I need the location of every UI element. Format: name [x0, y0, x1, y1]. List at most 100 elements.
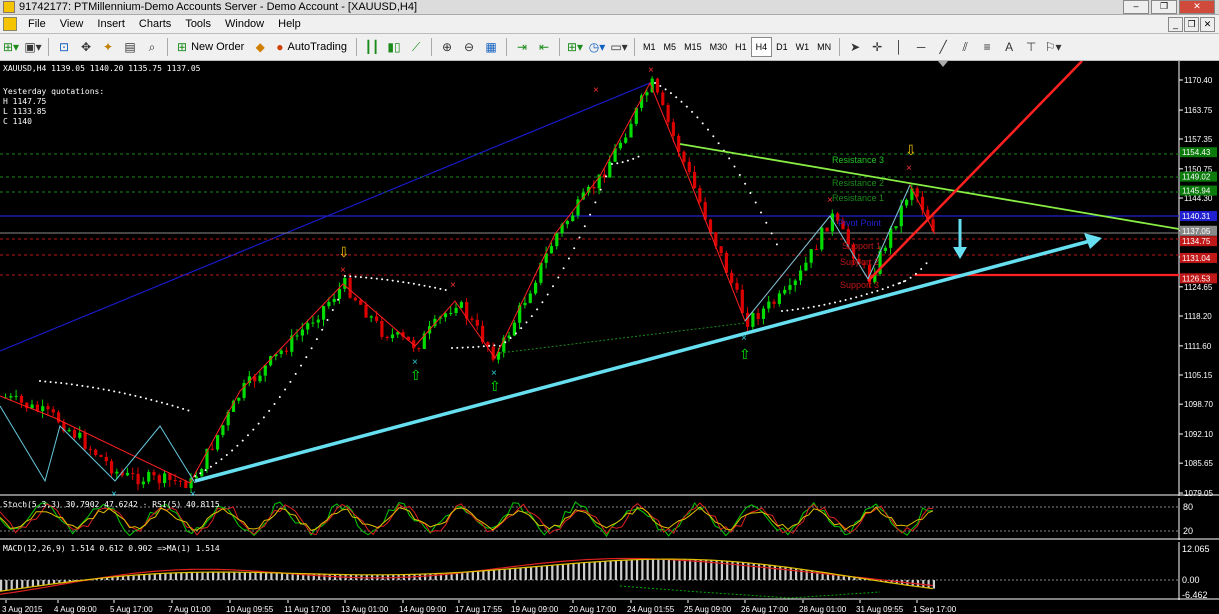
psar-dot	[733, 165, 736, 168]
price-axis-label: 1105.15	[1184, 371, 1213, 380]
templates-icon[interactable]: ▭▾	[609, 37, 629, 57]
psar-dot	[273, 403, 276, 406]
timeframe-h1[interactable]: H1	[731, 38, 751, 56]
terminal-icon[interactable]: ▤	[120, 37, 140, 57]
menu-tools[interactable]: Tools	[178, 15, 218, 33]
macd-bar	[556, 564, 559, 580]
timeframe-m30[interactable]: M30	[706, 38, 732, 56]
mdi-restore-button[interactable]: ❐	[1184, 17, 1199, 32]
timeframe-h4[interactable]: H4	[750, 37, 773, 57]
macd-bar	[0, 580, 3, 592]
mdi-close-button[interactable]: ✕	[1200, 17, 1215, 32]
autoscroll-icon[interactable]: ⇤	[534, 37, 554, 57]
macd-bar	[243, 572, 246, 580]
macd-bar	[424, 574, 427, 580]
psar-dot	[65, 382, 68, 385]
metaeditor-icon[interactable]: ◆	[250, 37, 270, 57]
psar-dot	[176, 406, 179, 409]
candle-body	[46, 406, 50, 410]
candle-body	[67, 429, 71, 432]
candlestick-icon[interactable]: ▮▯	[384, 37, 404, 57]
yesterday-low: L 1133.85	[3, 107, 47, 116]
psar-dot	[166, 403, 169, 406]
psar-dot	[70, 383, 73, 386]
price-axis-label: 1170.40	[1184, 76, 1213, 85]
trendline-icon[interactable]: ╱	[933, 37, 953, 57]
candle-body	[152, 472, 156, 476]
minimize-button[interactable]: –	[1123, 0, 1149, 14]
close-button[interactable]: ✕	[1179, 0, 1215, 14]
timeframe-m5[interactable]: M5	[660, 38, 681, 56]
mdi-minimize-button[interactable]: _	[1168, 17, 1183, 32]
candle-body	[756, 313, 760, 319]
timeframe-m1[interactable]: M1	[639, 38, 660, 56]
chart-shift-icon[interactable]: ⇥	[512, 37, 532, 57]
candle-body	[735, 283, 739, 290]
market-watch-icon[interactable]: ⊡	[54, 37, 74, 57]
vertical-line-icon[interactable]: │	[889, 37, 909, 57]
autotrading-button[interactable]: ● AutoTrading	[272, 37, 351, 57]
stoch-pane[interactable]: 80 20 Stoch(5,3,3) 30.7902 47.6242 · RSI…	[0, 498, 1219, 540]
tile-windows-icon[interactable]: ▦	[481, 37, 501, 57]
periods-icon[interactable]: ◷▾	[587, 37, 607, 57]
navigator-icon[interactable]: ✦	[98, 37, 118, 57]
zoom-out-icon[interactable]: ⊖	[459, 37, 479, 57]
candle-body	[549, 246, 554, 254]
psar-dot	[428, 285, 431, 288]
new-order-button[interactable]: ⊞ New Order	[173, 37, 248, 57]
line-chart-icon[interactable]: ⟋	[406, 37, 426, 57]
macd-bar	[651, 559, 655, 580]
toolbar-separator	[634, 38, 636, 56]
candle-body	[131, 472, 135, 474]
macd-pane[interactable]: 12.065 0.00 -6.462 MACD(12,26,9) 1.514 0…	[0, 542, 1219, 600]
maximize-button[interactable]: ❐	[1151, 0, 1177, 14]
bar-chart-icon[interactable]: ┃┃	[362, 37, 382, 57]
tester-icon[interactable]: ⌕	[142, 37, 162, 57]
psar-dot	[712, 135, 715, 138]
timeframe-mn[interactable]: MN	[813, 38, 835, 56]
menu-help[interactable]: Help	[271, 15, 308, 33]
menu-file[interactable]: File	[21, 15, 53, 33]
candle-body	[78, 432, 82, 438]
timeframe-w1[interactable]: W1	[792, 38, 814, 56]
channel-icon[interactable]: ⫽	[955, 37, 975, 57]
psar-dot	[145, 397, 147, 400]
psar-dot	[892, 284, 895, 287]
candle-body	[449, 312, 453, 314]
macd-bar	[265, 572, 268, 580]
profiles-icon[interactable]: ▣▾	[23, 37, 43, 57]
price-pane[interactable]: × × × × × × × × × × × ⇩ ⇩ ⇧ ⇧ ⇧ Resistan…	[0, 61, 1219, 496]
menu-charts[interactable]: Charts	[132, 15, 178, 33]
indicators-icon[interactable]: ⊞▾	[565, 37, 585, 57]
chart-shift-marker[interactable]	[938, 61, 948, 67]
crosshair-icon[interactable]: ✛	[867, 37, 887, 57]
menu-insert[interactable]: Insert	[90, 15, 132, 33]
chart-window[interactable]: × × × × × × × × × × × ⇩ ⇩ ⇧ ⇧ ⇧ Resistan…	[0, 61, 1219, 614]
candle-body	[157, 475, 161, 484]
psar-dot	[849, 297, 852, 300]
psar-dot	[605, 175, 607, 178]
timeframe-m15[interactable]: M15	[680, 38, 706, 56]
fibonacci-icon[interactable]: ≡	[977, 37, 997, 57]
cursor-icon[interactable]: ➤	[845, 37, 865, 57]
price-chart[interactable]: × × × × × × × × × × × ⇩ ⇩ ⇧ ⇧ ⇧ Resistan…	[0, 61, 1219, 496]
macd-bar	[567, 563, 570, 580]
resistance-3-label: Resistance 3	[832, 155, 884, 165]
macd-bar	[572, 563, 575, 580]
menu-view[interactable]: View	[53, 15, 91, 33]
label-icon[interactable]: ⊤	[1021, 37, 1041, 57]
text-icon[interactable]: A	[999, 37, 1019, 57]
macd-bar	[768, 564, 771, 580]
zoom-in-icon[interactable]: ⊕	[437, 37, 457, 57]
time-axis-label: 14 Aug 09:00	[399, 605, 447, 614]
new-chart-icon[interactable]: ⊞▾	[1, 37, 21, 57]
macd-bar	[196, 572, 199, 580]
timeframe-d1[interactable]: D1	[772, 38, 792, 56]
menu-window[interactable]: Window	[218, 15, 271, 33]
data-window-icon[interactable]: ✥	[76, 37, 96, 57]
toolbar-separator	[839, 38, 841, 56]
horizontal-line-icon[interactable]: ─	[911, 37, 931, 57]
macd-bar	[190, 572, 193, 580]
psar-dot	[904, 279, 907, 282]
arrows-icon[interactable]: ⚐▾	[1043, 37, 1063, 57]
